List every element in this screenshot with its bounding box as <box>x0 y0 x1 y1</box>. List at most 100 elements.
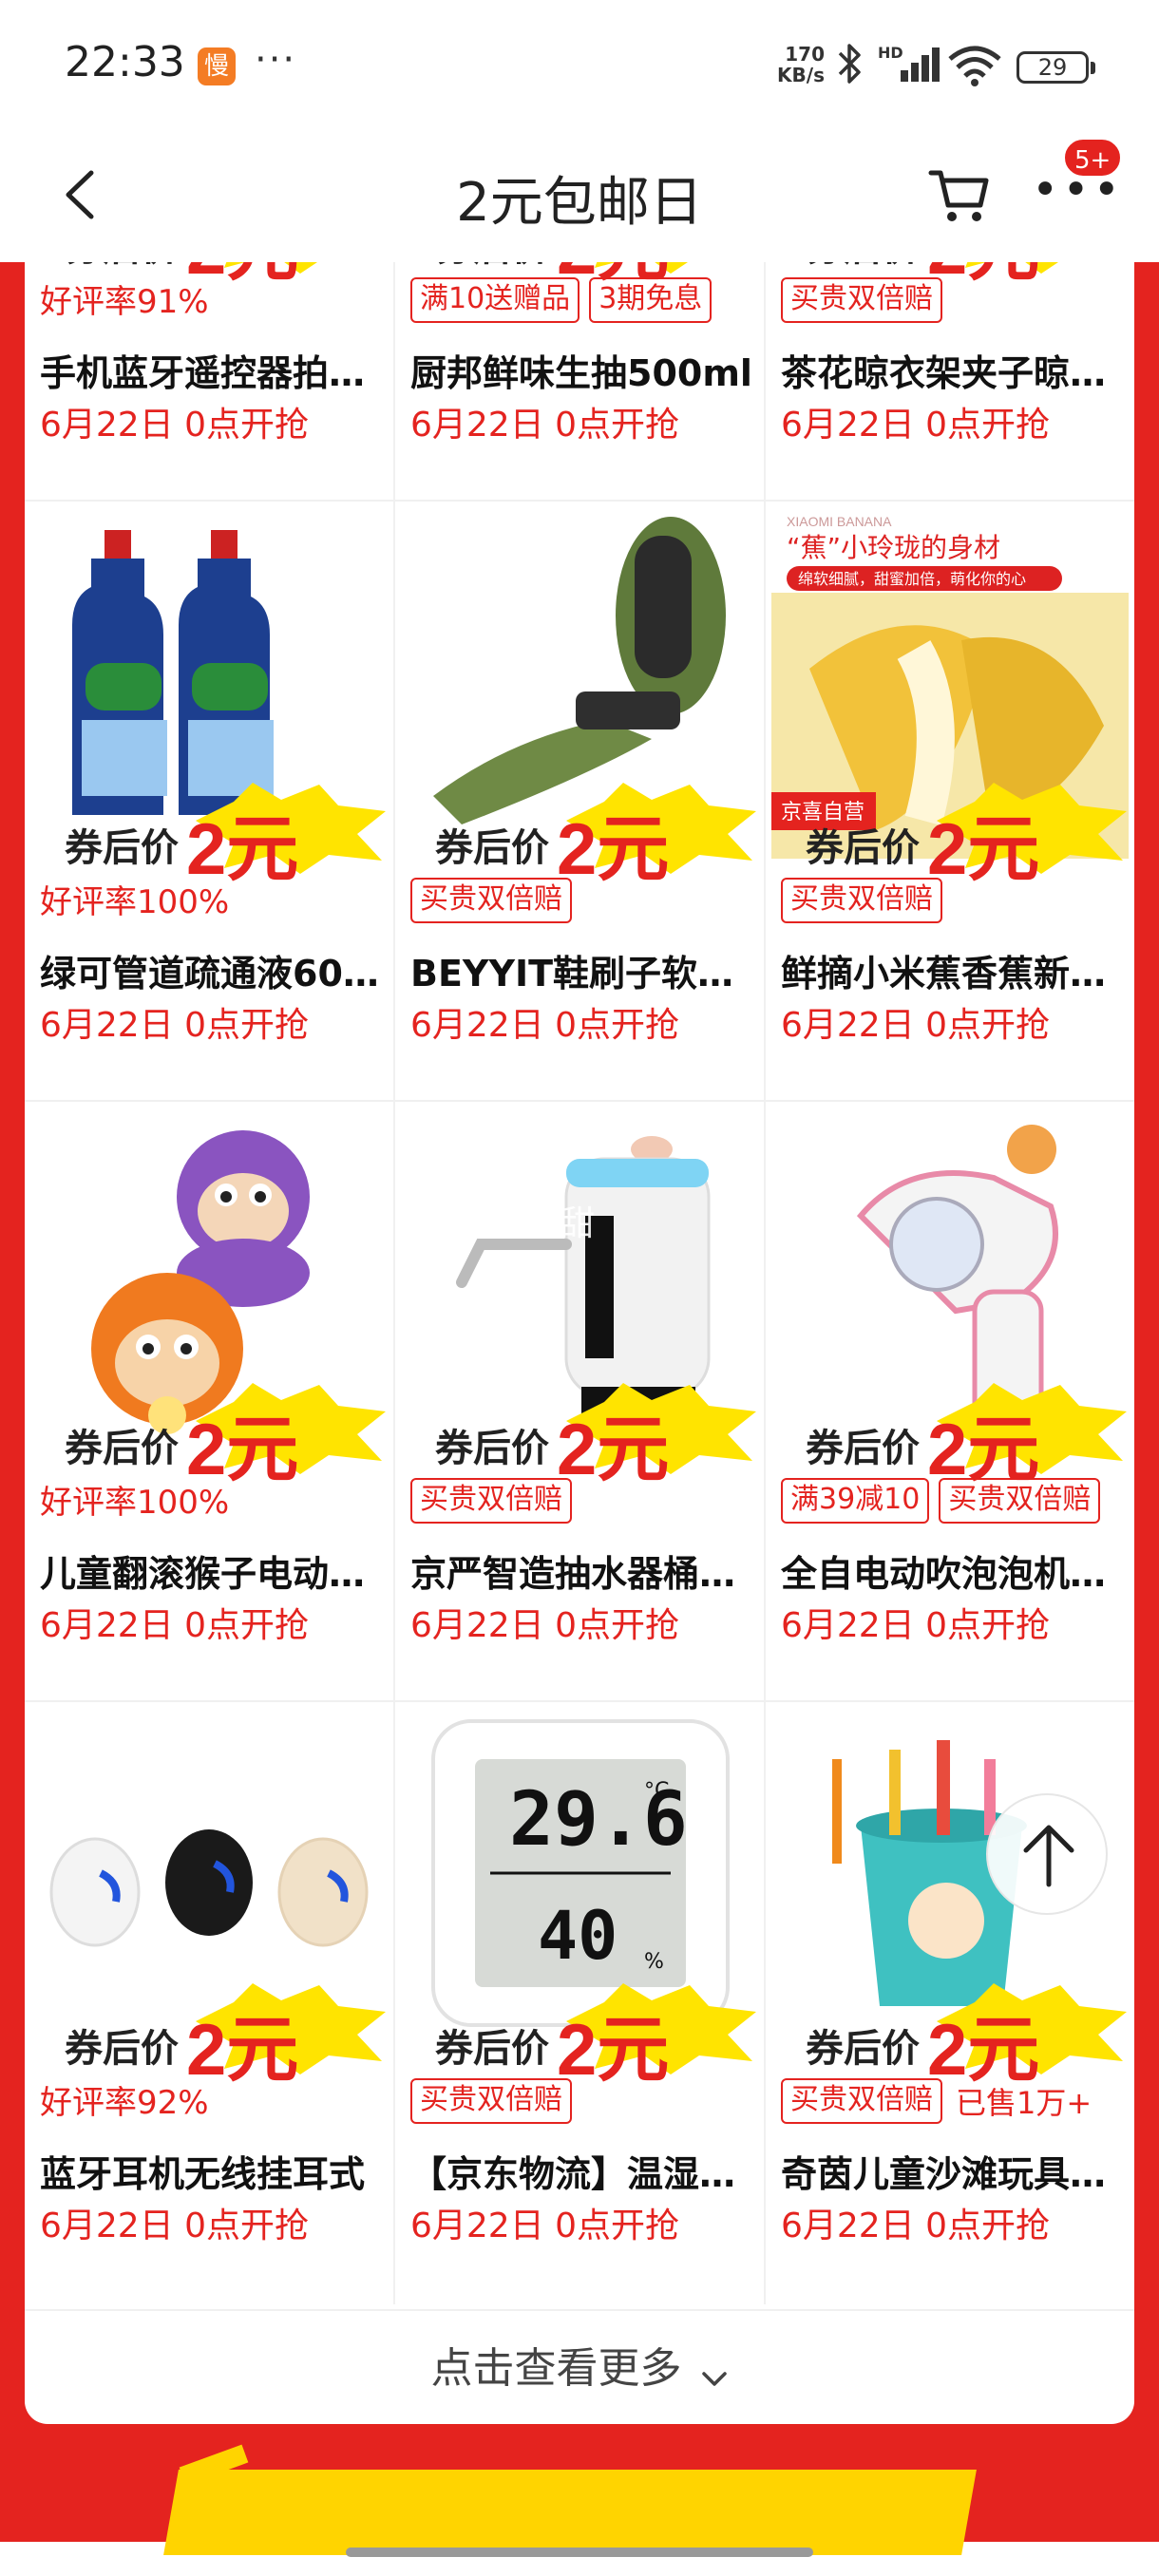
sale-start-time: 6月22日 0点开抢 <box>781 406 1051 445</box>
product-name[interactable]: 蓝牙耳机无线挂耳式 <box>40 2145 382 2197</box>
product-card[interactable]: 29.6 °C 40 % 券后价 2元 买贵双倍赔 【京东物流】温湿度计 6月22日 0… <box>395 1702 764 2302</box>
product-name[interactable]: 儿童翻滚猴子电动玩具 <box>40 1544 382 1597</box>
sale-start-time: 6月22日 0点开抢 <box>781 1606 1051 1645</box>
promo-banner-strip <box>163 2470 977 2555</box>
sale-start-time: 6月22日 0点开抢 <box>410 1606 680 1645</box>
product-meta: 好评率92% <box>40 2078 209 2128</box>
product-card[interactable]: 券后价 2元 好评率100% 儿童翻滚猴子电动玩具 6月22日 0点开抢 <box>25 1102 393 1702</box>
status-time: 22:33 <box>65 38 185 86</box>
promo-tag: 3期免息 <box>589 277 712 323</box>
banana-img-sub: 绵软细腻，甜蜜加倍，萌化你的心 <box>798 570 1026 588</box>
product-name[interactable]: 京严智造抽水器桶装水 <box>410 1544 752 1597</box>
price-tag: 券后价2元 <box>794 262 1117 290</box>
product-meta: 满10送赠品 3期免息 <box>410 277 721 327</box>
promo-tag: 买贵双倍赔 <box>410 878 572 923</box>
product-name[interactable]: 厨邦鲜味生抽500ml <box>410 344 752 396</box>
cart-button[interactable] <box>925 160 992 226</box>
product-meta: 满39减10 买贵双倍赔 <box>781 1478 1110 1527</box>
price-label: 券后价 <box>65 826 179 870</box>
price-tag: 券后价2元 <box>424 1383 756 1490</box>
wifi-icon <box>946 42 1003 87</box>
banana-img-main: “蕉”小玲珑的身材 <box>787 532 1000 563</box>
display-temperature-unit: °C <box>644 1779 669 1803</box>
back-to-top-button[interactable] <box>986 1793 1108 1915</box>
cellular-signal-icon: HD <box>878 44 940 85</box>
rating-text: 好评率100% <box>40 883 230 921</box>
price-label: 券后价 <box>435 826 549 870</box>
app-notification-icon: 慢 <box>198 47 236 85</box>
promo-tag: 买贵双倍赔 <box>781 2078 942 2124</box>
price-tag: 券后价2元 <box>53 262 376 290</box>
sale-start-time: 6月22日 0点开抢 <box>410 2207 680 2245</box>
price-label: 券后价 <box>806 262 920 272</box>
promo-tag: 满39减10 <box>781 1478 930 1524</box>
sale-start-time: 6月22日 0点开抢 <box>781 1006 1051 1045</box>
price-label: 券后价 <box>435 262 549 272</box>
price-tag: 券后价2元 <box>794 1383 1127 1490</box>
product-name[interactable]: BEYYIT鞋刷子软毛刷 <box>410 944 752 996</box>
product-name[interactable]: 手机蓝牙遥控器拍照神器 <box>40 344 382 396</box>
rating-text: 好评率92% <box>40 2084 209 2122</box>
price-tag: 券后价2元 <box>53 1383 386 1490</box>
product-card[interactable]: 券后价 2元 买贵双倍赔 BEYYIT鞋刷子软毛刷 6月22日 0点开抢 <box>395 502 764 1102</box>
load-more-button[interactable]: 点击查看更多 <box>25 2309 1134 2424</box>
sale-start-time: 6月22日 0点开抢 <box>40 1606 310 1645</box>
display-humidity: 40 <box>538 1897 618 1975</box>
sale-start-time: 6月22日 0点开抢 <box>410 406 680 445</box>
sale-start-time: 6月22日 0点开抢 <box>410 1006 680 1045</box>
chevron-down-icon <box>701 2371 727 2386</box>
product-name[interactable]: 鲜摘小米蕉香蕉新鲜水果 <box>781 944 1123 996</box>
product-meta: 好评率100% <box>40 878 229 927</box>
home-indicator <box>346 2548 813 2557</box>
product-card[interactable]: XIAOMI BANANA “蕉”小玲珑的身材 绵软细腻，甜蜜加倍，萌化你的心 … <box>766 502 1134 1102</box>
rating-text: 好评率91% <box>40 283 209 321</box>
product-name[interactable]: 绿可管道疏通液600ml <box>40 944 382 996</box>
sale-start-time: 6月22日 0点开抢 <box>781 2207 1051 2245</box>
promo-tag: 买贵双倍赔 <box>410 1478 572 1524</box>
more-badge: 5+ <box>1062 137 1124 179</box>
price-label: 券后价 <box>435 1427 549 1470</box>
load-more-label: 点击查看更多 <box>430 2344 682 2393</box>
product-name[interactable]: 茶花晾衣架夹子晾晒架 <box>781 344 1123 396</box>
product-card[interactable]: 券后价 2元 买贵双倍赔 已售1万+ 奇茵儿童沙滩玩具套装 6月22日 0点开抢 <box>766 1702 1134 2302</box>
network-type-label: HD <box>878 44 903 62</box>
bluetooth-icon <box>836 42 864 95</box>
price-label: 券后价 <box>806 826 920 870</box>
product-meta: 买贵双倍赔 <box>781 878 952 927</box>
price-tag: 券后价2元 <box>424 1983 756 2091</box>
product-card[interactable]: 券后价 2元 满39减10 买贵双倍赔全自电动吹泡泡机玩具 6月22日 0点开抢 <box>766 1102 1134 1702</box>
status-bar: 22:33 慢 ··· 170 KB/s HD 29 <box>0 0 1159 133</box>
display-humidity-unit: % <box>644 1950 664 1974</box>
product-name[interactable]: 【京东物流】温湿度计 <box>410 2145 752 2197</box>
price-tag: 券后价2元 <box>424 783 756 890</box>
promo-tag: 买贵双倍赔 <box>781 277 942 323</box>
product-card[interactable]: 券后价 2元 好评率92% 蓝牙耳机无线挂耳式 6月22日 0点开抢 <box>25 1702 393 2302</box>
price-label: 券后价 <box>65 1427 179 1470</box>
product-card[interactable]: 券后价 2元 好评率100% 绿可管道疏通液600ml 6月22日 0点开抢 <box>25 502 393 1102</box>
arrow-up-icon <box>1023 1825 1074 1887</box>
sale-start-time: 6月22日 0点开抢 <box>40 1006 310 1045</box>
image-watermark: 不甜 <box>526 1204 595 1243</box>
product-meta: 买贵双倍赔 已售1万+ <box>781 2078 1092 2128</box>
sale-start-time: 6月22日 0点开抢 <box>40 2207 310 2245</box>
product-card[interactable]: 券后价2元满10送赠品3期免息厨邦鲜味生抽500ml 6月22日 0点开抢 <box>395 262 764 502</box>
promo-tag: 买贵双倍赔 <box>410 2078 572 2124</box>
price-tag: 券后价2元 <box>794 783 1127 890</box>
cart-icon <box>928 170 989 221</box>
battery-icon: 29 <box>1016 51 1095 84</box>
product-card[interactable]: 券后价2元买贵双倍赔茶花晾衣架夹子晾晒架 6月22日 0点开抢 <box>766 262 1134 502</box>
price-tag: 券后价2元 <box>53 1983 386 2091</box>
product-name[interactable]: 全自电动吹泡泡机玩具 <box>781 1544 1123 1597</box>
price-label: 券后价 <box>65 2027 179 2071</box>
price-label: 券后价 <box>806 2027 920 2071</box>
product-meta: 好评率100% <box>40 1478 229 1527</box>
price-label: 券后价 <box>806 1427 920 1470</box>
product-card[interactable]: 券后价2元好评率91% 手机蓝牙遥控器拍照神器 6月22日 0点开抢 <box>25 262 393 502</box>
product-name[interactable]: 奇茵儿童沙滩玩具套装 <box>781 2145 1123 2197</box>
promo-tag: 买贵双倍赔 <box>781 878 942 923</box>
sale-start-time: 6月22日 0点开抢 <box>40 406 310 445</box>
product-card[interactable]: 不甜 券后价 2元 买贵双倍赔京严智造抽水器桶装水 6月22日 0点开抢 <box>395 1102 764 1702</box>
price-label: 券后价 <box>65 262 179 272</box>
banana-img-top: XIAOMI BANANA <box>787 514 892 529</box>
rating-text: 好评率100% <box>40 1484 230 1522</box>
